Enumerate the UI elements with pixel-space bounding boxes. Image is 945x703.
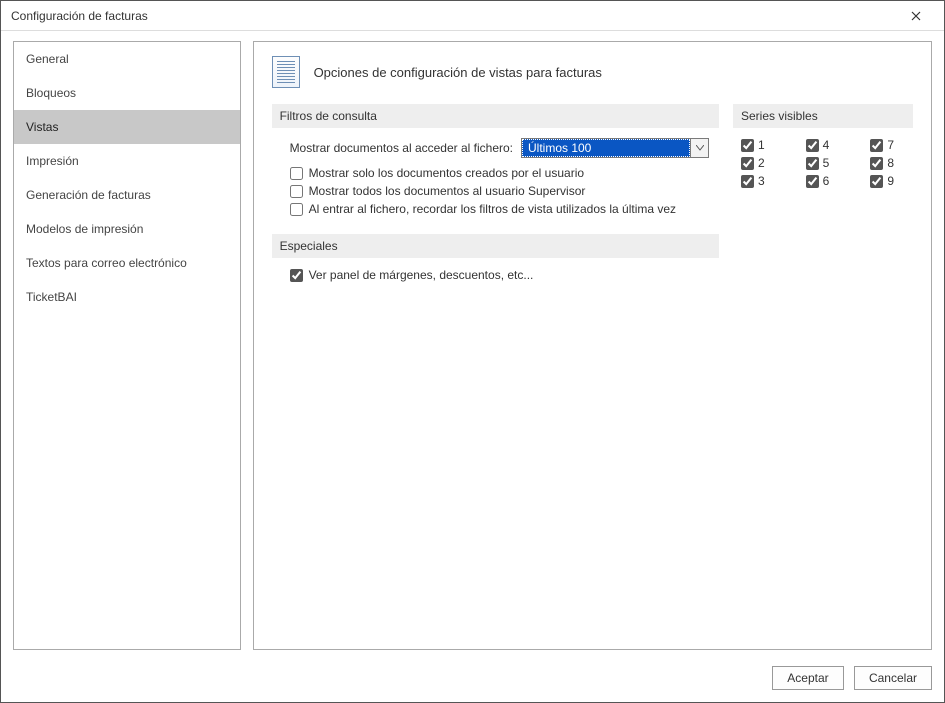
dialog-window: Configuración de facturas General Bloque… [0,0,945,703]
dialog-footer: Aceptar Cancelar [1,658,944,702]
series-7: 7 [870,138,907,152]
sidebar-item-label: Generación de facturas [26,188,151,202]
series-check-7[interactable] [870,139,883,152]
check-panel-label: Ver panel de márgenes, descuentos, etc..… [309,268,534,282]
check-solo-usuario-label: Mostrar solo los documentos creados por … [309,166,584,180]
chevron-down-icon [696,145,704,151]
sidebar-item-ticketbai[interactable]: TicketBAI [14,280,240,314]
series-label: 3 [758,174,765,188]
series-label: 9 [887,174,894,188]
check-supervisor-label: Mostrar todos los documentos al usuario … [309,184,586,198]
titlebar: Configuración de facturas [1,1,944,31]
series-check-5[interactable] [806,157,819,170]
series-check-2[interactable] [741,157,754,170]
check-recordar-label: Al entrar al fichero, recordar los filtr… [309,202,676,216]
accept-button[interactable]: Aceptar [772,666,844,690]
series-5: 5 [806,156,843,170]
check-panel-margenes[interactable] [290,269,303,282]
series-heading: Series visibles [733,104,913,128]
series-3: 3 [741,174,778,188]
check-panel-row: Ver panel de márgenes, descuentos, etc..… [272,266,719,284]
mostrar-input[interactable] [521,138,691,158]
sidebar-item-label: General [26,52,69,66]
check-solo-usuario[interactable] [290,167,303,180]
mostrar-row: Mostrar documentos al acceder al fichero… [272,136,719,164]
series-label: 8 [887,156,894,170]
sidebar-item-generacion[interactable]: Generación de facturas [14,178,240,212]
check-supervisor[interactable] [290,185,303,198]
series-grid: 1 4 7 2 5 8 3 6 9 [733,136,913,188]
series-check-8[interactable] [870,157,883,170]
series-8: 8 [870,156,907,170]
columns: Filtros de consulta Mostrar documentos a… [272,104,913,284]
close-icon [911,11,921,21]
sidebar-item-modelos[interactable]: Modelos de impresión [14,212,240,246]
sidebar-item-label: Bloqueos [26,86,76,100]
check-recordar-row: Al entrar al fichero, recordar los filtr… [272,200,719,218]
filtros-column: Filtros de consulta Mostrar documentos a… [272,104,719,284]
main-header: Opciones de configuración de vistas para… [272,56,913,88]
window-title: Configuración de facturas [11,9,896,23]
page-title: Opciones de configuración de vistas para… [314,65,602,80]
series-label: 7 [887,138,894,152]
sidebar-item-general[interactable]: General [14,42,240,76]
filtros-heading: Filtros de consulta [272,104,719,128]
check-supervisor-row: Mostrar todos los documentos al usuario … [272,182,719,200]
series-label: 1 [758,138,765,152]
check-solo-usuario-row: Mostrar solo los documentos creados por … [272,164,719,182]
sidebar-item-label: Textos para correo electrónico [26,256,187,270]
document-icon [272,56,300,88]
mostrar-dropdown-button[interactable] [691,138,709,158]
sidebar-item-impresion[interactable]: Impresión [14,144,240,178]
series-label: 2 [758,156,765,170]
sidebar-item-bloqueos[interactable]: Bloqueos [14,76,240,110]
series-6: 6 [806,174,843,188]
series-check-6[interactable] [806,175,819,188]
series-check-1[interactable] [741,139,754,152]
series-check-3[interactable] [741,175,754,188]
sidebar-item-label: TicketBAI [26,290,77,304]
close-button[interactable] [896,1,936,31]
series-2: 2 [741,156,778,170]
series-check-4[interactable] [806,139,819,152]
sidebar: General Bloqueos Vistas Impresión Genera… [13,41,241,650]
series-9: 9 [870,174,907,188]
mostrar-combo [521,138,709,158]
main-panel: Opciones de configuración de vistas para… [253,41,932,650]
sidebar-item-label: Modelos de impresión [26,222,143,236]
series-check-9[interactable] [870,175,883,188]
sidebar-item-label: Vistas [26,120,58,134]
sidebar-item-textos[interactable]: Textos para correo electrónico [14,246,240,280]
cancel-button[interactable]: Cancelar [854,666,932,690]
especiales-section: Especiales Ver panel de márgenes, descue… [272,234,719,284]
series-label: 5 [823,156,830,170]
sidebar-item-vistas[interactable]: Vistas [14,110,240,144]
series-label: 6 [823,174,830,188]
series-column: Series visibles 1 4 7 2 5 8 3 6 9 [733,104,913,188]
dialog-body: General Bloqueos Vistas Impresión Genera… [1,31,944,658]
check-recordar[interactable] [290,203,303,216]
series-4: 4 [806,138,843,152]
especiales-heading: Especiales [272,234,719,258]
mostrar-label: Mostrar documentos al acceder al fichero… [290,141,513,155]
series-1: 1 [741,138,778,152]
series-label: 4 [823,138,830,152]
sidebar-item-label: Impresión [26,154,79,168]
